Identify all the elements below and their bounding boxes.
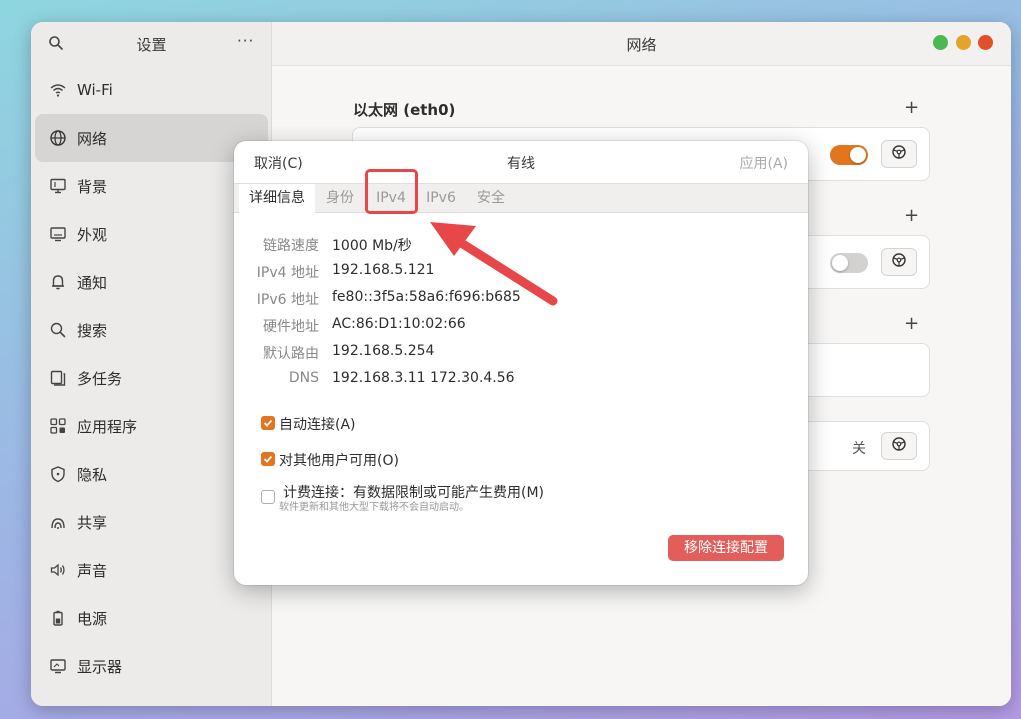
sidebar-header: 设置 ··· (31, 22, 272, 66)
speaker-icon (49, 561, 67, 579)
sidebar-item-label: 网络 (77, 129, 108, 148)
ethernet-section-title: 以太网 (eth0) (353, 101, 456, 119)
tab-security[interactable]: 安全 (466, 184, 516, 213)
dialog-title: 有线 (507, 156, 535, 172)
wired-connection-dialog: 取消(C) 有线 应用(A) 详细信息 身份 IPv4 IPv6 安全 链路速度… (234, 141, 808, 585)
sidebar-item-label: 多任务 (77, 369, 123, 388)
ipv6-address-value: fe80::3f5a:58a6:f696:b685 (332, 289, 521, 305)
battery-icon (49, 609, 67, 627)
add-connection-button[interactable]: + (904, 205, 919, 226)
metered-checkbox[interactable] (261, 490, 275, 504)
sidebar-item-label: Wi-Fi (77, 81, 113, 99)
display-icon (49, 657, 67, 675)
sidebar-item-power[interactable]: 电源 (35, 594, 268, 642)
sidebar-item-label: 电源 (77, 609, 108, 628)
hardware-address-value: AC:86:D1:10:02:66 (332, 316, 466, 332)
tab-ipv6[interactable]: IPv6 (416, 184, 466, 213)
dns-value: 192.168.3.11 172.30.4.56 (332, 370, 515, 386)
sidebar-item-label: 背景 (77, 177, 108, 196)
proxy-settings-button[interactable] (881, 432, 917, 460)
ipv4-address-value: 192.168.5.121 (332, 262, 435, 278)
tab-bar: 详细信息 身份 IPv4 IPv6 安全 (234, 183, 808, 213)
page-title: 网络 (626, 36, 657, 54)
gear-icon (891, 144, 907, 164)
sidebar-item-label: 搜索 (77, 321, 108, 340)
sidebar-item-displays[interactable]: 显示器 (35, 642, 268, 690)
gear-icon (891, 252, 907, 272)
toggle-knob (832, 255, 848, 271)
all-users-label[interactable]: 对其他用户可用(O) (279, 450, 399, 470)
apps-grid-icon (49, 417, 67, 435)
auto-connect-label[interactable]: 自动连接(A) (279, 414, 356, 434)
default-route-value: 192.168.5.254 (332, 343, 435, 359)
sidebar-item-label: 外观 (77, 225, 108, 244)
tab-details[interactable]: 详细信息 (239, 184, 315, 213)
sidebar-item-label: 共享 (77, 513, 108, 532)
toggle-knob (850, 147, 866, 163)
sidebar-item-label: 通知 (77, 273, 108, 292)
ipv6-address-label: IPv6 地址 (256, 292, 319, 308)
monitor-wallpaper-icon (49, 177, 67, 195)
globe-icon (49, 129, 67, 147)
link-speed-label: 链路速度 (263, 238, 319, 254)
more-menu-button[interactable]: ··· (237, 32, 254, 50)
default-route-label: 默认路由 (263, 346, 319, 362)
remove-connection-button[interactable]: 移除连接配置 (668, 535, 784, 561)
apply-button[interactable]: 应用(A) (739, 153, 788, 173)
second-connection-settings-button[interactable] (881, 248, 917, 276)
sidebar-title: 设置 (136, 36, 167, 54)
shield-icon (49, 465, 67, 483)
ipv4-address-label: IPv4 地址 (256, 265, 319, 281)
minimize-button[interactable] (956, 35, 971, 50)
main-header: 网络 (272, 22, 1011, 66)
display-appearance-icon (49, 225, 67, 243)
ethernet-settings-button[interactable] (881, 140, 917, 168)
add-vpn-button[interactable]: + (904, 313, 919, 334)
sidebar-item-label: 显示器 (77, 657, 123, 676)
sidebar-item-label: 声音 (77, 561, 108, 580)
ethernet-toggle[interactable] (830, 145, 868, 165)
hardware-address-label: 硬件地址 (263, 319, 319, 335)
tab-identity[interactable]: 身份 (315, 184, 365, 213)
sidebar-item-wifi[interactable]: Wi-Fi (35, 66, 268, 114)
sidebar-item-label: 应用程序 (77, 417, 138, 436)
maximize-button[interactable] (933, 35, 948, 50)
second-connection-toggle[interactable] (830, 253, 868, 273)
metered-hint: 软件更新和其他大型下载将不会自动启动。 (279, 502, 469, 513)
gear-icon (891, 436, 907, 456)
share-icon (49, 513, 67, 531)
close-button[interactable] (978, 35, 993, 50)
all-users-checkbox[interactable] (261, 452, 275, 466)
tab-ipv4[interactable]: IPv4 (366, 184, 416, 213)
link-speed-value: 1000 Mb/秒 (332, 238, 412, 254)
add-ethernet-button[interactable]: + (904, 97, 919, 118)
sidebar-item-label: 隐私 (77, 465, 108, 484)
search-icon (49, 321, 67, 339)
auto-connect-checkbox[interactable] (261, 416, 275, 430)
multitasking-icon (49, 369, 67, 387)
wifi-icon (49, 81, 67, 99)
proxy-status-label: 关 (852, 441, 866, 457)
bell-icon (49, 273, 67, 291)
dns-label: DNS (288, 370, 319, 386)
